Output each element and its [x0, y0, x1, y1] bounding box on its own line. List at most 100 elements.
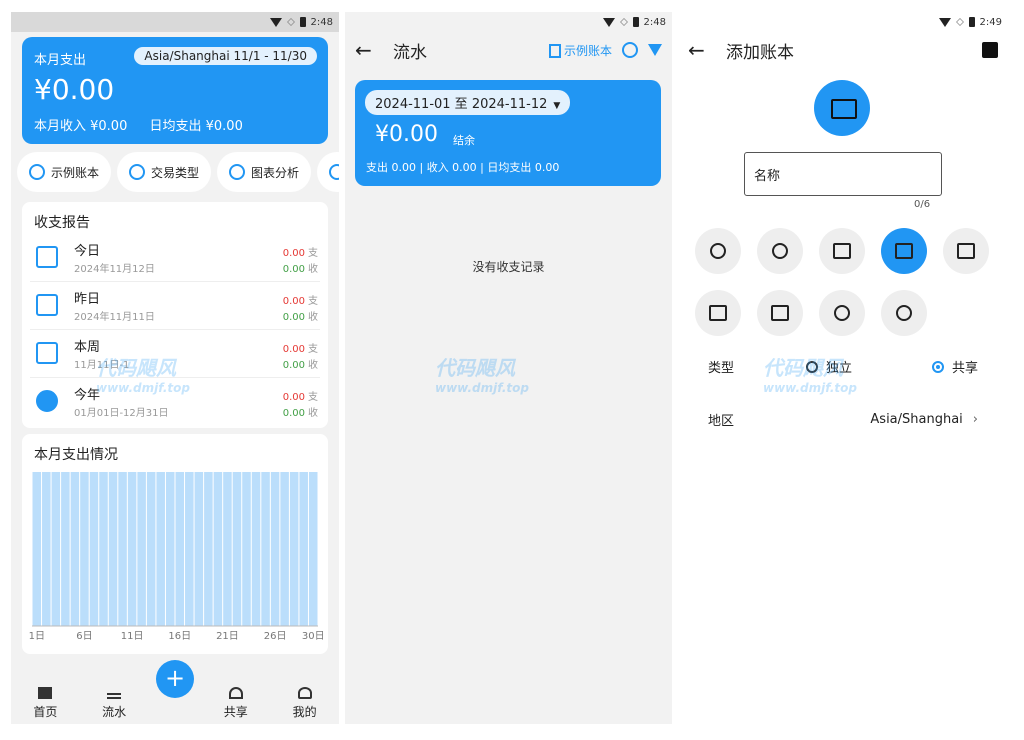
option-label: 共享 [951, 361, 978, 376]
bar-21日 [223, 472, 232, 626]
row-income: 0.00 收 [282, 408, 318, 419]
bar-29日 [299, 472, 308, 626]
accessibility-icon[interactable] [695, 228, 741, 274]
bar-8日 [99, 472, 108, 626]
report-row-today[interactable]: 今日 2024年11月12日 0.00 支 0.00 收 [30, 234, 320, 282]
no-sim-icon [955, 18, 964, 26]
book-label: 示例账本 [563, 43, 612, 58]
bar-10日 [118, 472, 127, 626]
chevron-right-icon: › [972, 412, 978, 427]
nav-label: 共享 [223, 705, 248, 719]
calendar-icon [36, 246, 58, 268]
add-record-button[interactable]: + [156, 660, 194, 698]
sample-book-button[interactable]: 示例账本 [548, 42, 612, 59]
credit-card-icon[interactable] [881, 228, 927, 274]
briefcase-icon[interactable] [695, 290, 741, 336]
chip-more[interactable] [317, 152, 339, 192]
wifi-icon [602, 17, 615, 27]
bar-30日 [308, 472, 318, 626]
row-expense: 0.00 支 [282, 344, 318, 355]
save-icon[interactable] [982, 42, 998, 58]
bar-1日 [32, 472, 42, 626]
bar-17日 [185, 472, 194, 626]
timezone-range-badge[interactable]: Asia/Shanghai 11/1 - 11/30 [134, 47, 317, 65]
report-card: 收支报告 今日 2024年11月12日 0.00 支 0.00 收 昨日 2024年… [22, 202, 328, 428]
region-value: Asia/Shanghai [870, 412, 963, 427]
nav-me[interactable]: 我的 [277, 687, 333, 720]
bar-22日 [232, 472, 242, 626]
back-arrow-icon[interactable]: ← [355, 38, 385, 62]
bar-3日 [51, 472, 61, 626]
nav-label: 我的 [292, 705, 317, 719]
nav-home[interactable]: 首页 [17, 687, 73, 720]
report-row-year[interactable]: 今年 01月01日-12月31日 0.00 支 0.00 收 [30, 378, 320, 426]
flow-screen: 2:48 ← 流水 示例账本 2024-11-01 至 2024-11-12 ▼ … [345, 12, 672, 724]
date-range-label: 2024-11-01 至 2024-11-12 [375, 97, 548, 112]
sync-icon [29, 164, 45, 180]
chip-chart-analysis[interactable]: 图表分析 [217, 152, 312, 192]
bar-14日 [156, 472, 165, 626]
chip-label: 示例账本 [51, 165, 100, 180]
region-label: 地区 [708, 414, 735, 429]
store-icon[interactable] [943, 228, 989, 274]
battery-icon [632, 17, 639, 27]
row-name: 今年 [74, 388, 101, 403]
pie-chart-icon [229, 164, 246, 180]
person-icon[interactable] [757, 228, 803, 274]
book-icon [548, 44, 561, 58]
wifi-icon [938, 17, 951, 27]
summary-subline: 本月收入 ¥0.00 日均支出 ¥0.00 [34, 115, 261, 134]
row-name: 今日 [74, 244, 101, 259]
back-arrow-icon[interactable]: ← [688, 38, 718, 62]
x-tick-label: 21日 [216, 631, 239, 642]
group-icon [228, 687, 243, 699]
bar-26日 [270, 472, 280, 626]
date-range-selector[interactable]: 2024-11-01 至 2024-11-12 ▼ [365, 90, 571, 115]
watermark: 代码飓风 www.dmjf.top [435, 352, 529, 395]
add-book-appbar: ← 添加账本 [678, 32, 1008, 68]
type-label: 类型 [708, 361, 735, 376]
filter-icon[interactable] [648, 44, 662, 56]
x-tick-label: 1日 [29, 631, 45, 642]
wallet-icon[interactable] [757, 290, 803, 336]
battery-icon [299, 17, 306, 27]
flow-appbar: ← 流水 示例账本 [345, 32, 672, 68]
bar-11日 [127, 472, 137, 626]
nav-flow[interactable]: 流水 [86, 693, 142, 720]
battery-icon [968, 17, 975, 27]
home-icon [38, 687, 53, 699]
region-row[interactable]: 地区 Asia/Shanghai › [708, 410, 978, 429]
bar-5日 [70, 472, 80, 626]
pie-chart-icon[interactable] [622, 42, 638, 58]
row-date: 2024年11月12日 [74, 264, 155, 275]
report-title: 收支报告 [34, 215, 90, 231]
type-option-shared[interactable]: 共享 [931, 357, 978, 376]
bar-20日 [213, 472, 223, 626]
home-screen: 2:48 本月支出 Asia/Shanghai 11/1 - 11/30 ¥0.… [11, 12, 339, 724]
bar-16日 [175, 472, 185, 626]
dollar-icon[interactable] [819, 290, 865, 336]
globe-icon [36, 390, 58, 412]
radio-unchecked-icon [806, 360, 819, 373]
selected-book-icon[interactable] [814, 80, 870, 136]
calendar-week-icon [36, 342, 58, 364]
row-expense: 0.00 支 [282, 248, 318, 259]
nav-share[interactable]: 共享 [208, 687, 264, 720]
no-sim-icon [619, 18, 628, 26]
x-tick-label: 26日 [264, 631, 287, 642]
report-row-week[interactable]: 本周 11月11日-1 0.00 支 0.00 收 [30, 330, 320, 378]
chip-sample-book[interactable]: 示例账本 [17, 152, 112, 192]
monthly-expense-amount: ¥0.00 [34, 73, 115, 106]
family-icon[interactable] [819, 228, 865, 274]
flow-summary-line: 支出 0.00 | 收入 0.00 | 日均支出 0.00 [366, 161, 560, 174]
monthly-summary-card[interactable]: 本月支出 Asia/Shanghai 11/1 - 11/30 ¥0.00 本月… [22, 37, 328, 144]
status-bar: 2:48 [11, 12, 339, 32]
status-time: 2:49 [979, 16, 1002, 28]
book-name-field[interactable]: 名称 [744, 152, 942, 196]
type-option-independent[interactable]: 独立 [806, 357, 852, 376]
report-row-yesterday[interactable]: 昨日 2024年11月11日 0.00 支 0.00 收 [30, 282, 320, 330]
piggy-bank-icon[interactable] [881, 290, 927, 336]
bar-13日 [146, 472, 156, 626]
chip-transaction-type[interactable]: 交易类型 [117, 152, 212, 192]
monthly-expense-chart-card: 本月支出情况 1日 6日 11日 16日 21日 26日 30日 [22, 434, 328, 654]
